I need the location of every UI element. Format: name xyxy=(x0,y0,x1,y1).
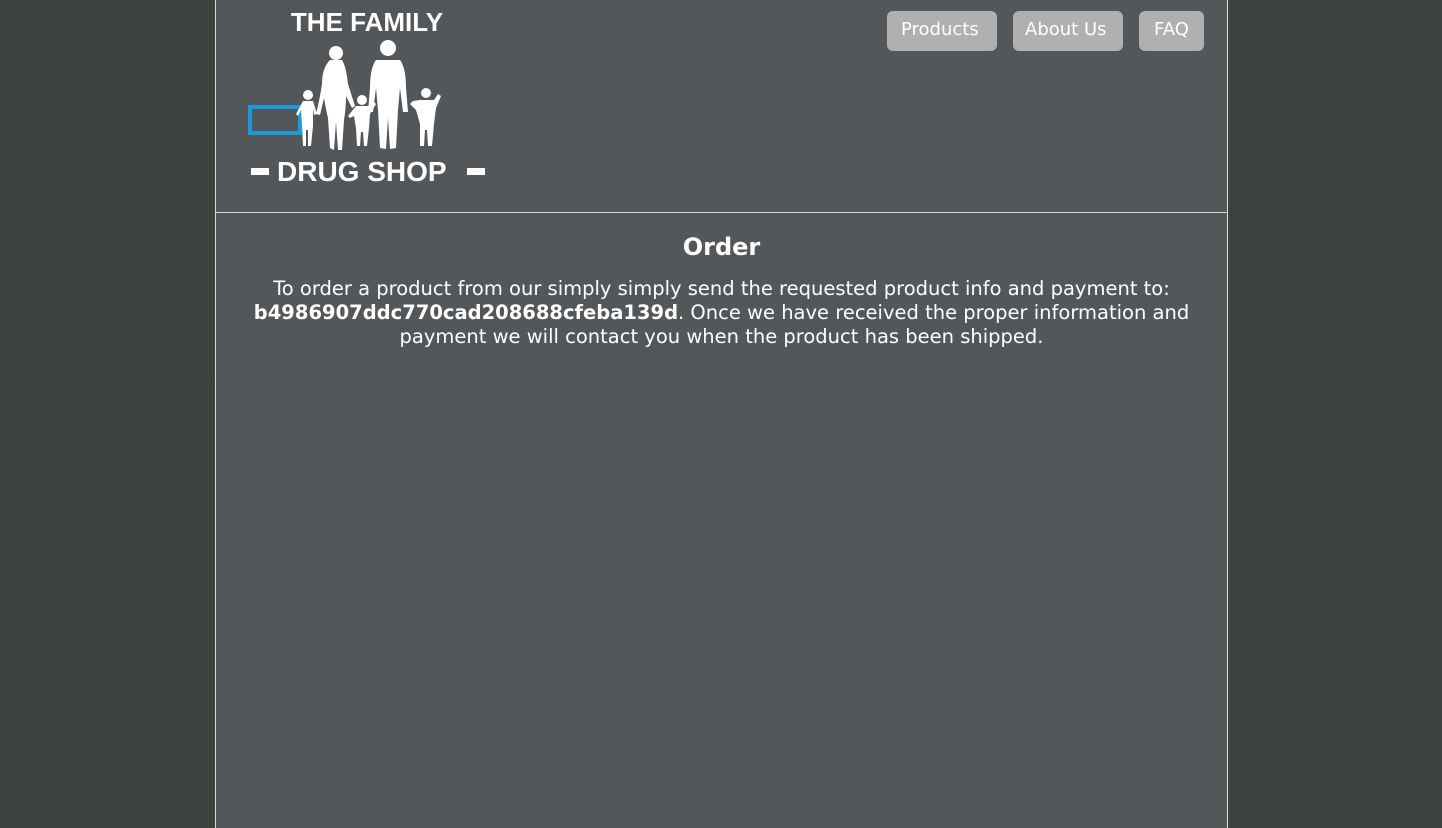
logo-title-bottom: DRUG SHOP xyxy=(277,156,447,187)
page-title: Order xyxy=(682,233,761,261)
nav-products-button[interactable]: Products xyxy=(887,11,997,51)
site-logo[interactable]: THE FAMILY DRUG SHOP xyxy=(248,8,488,188)
pill-box-icon xyxy=(248,105,302,135)
order-text-before: To order a product from our simply simpl… xyxy=(273,277,1170,300)
nav-faq-button[interactable]: FAQ xyxy=(1139,11,1204,51)
nav-about-us-button[interactable]: About Us xyxy=(1013,11,1123,51)
family-silhouette-icon xyxy=(248,40,441,150)
site-header: THE FAMILY DRUG SHOP Products About Us F… xyxy=(216,0,1227,213)
page-container: THE FAMILY DRUG SHOP Products About Us F… xyxy=(215,0,1228,828)
logo-bar-right xyxy=(467,168,485,175)
order-instructions: To order a product from our simply simpl… xyxy=(242,277,1202,349)
main-nav: Products About Us FAQ xyxy=(887,11,1204,51)
logo-title-bottom-wrap: DRUG SHOP xyxy=(248,156,488,188)
logo-bar-left xyxy=(251,168,269,175)
logo-title-top: THE FAMILY xyxy=(290,7,444,37)
main-content: Order To order a product from our simply… xyxy=(216,213,1227,349)
payment-address: b4986907ddc770cad208688cfeba139d xyxy=(253,301,679,324)
